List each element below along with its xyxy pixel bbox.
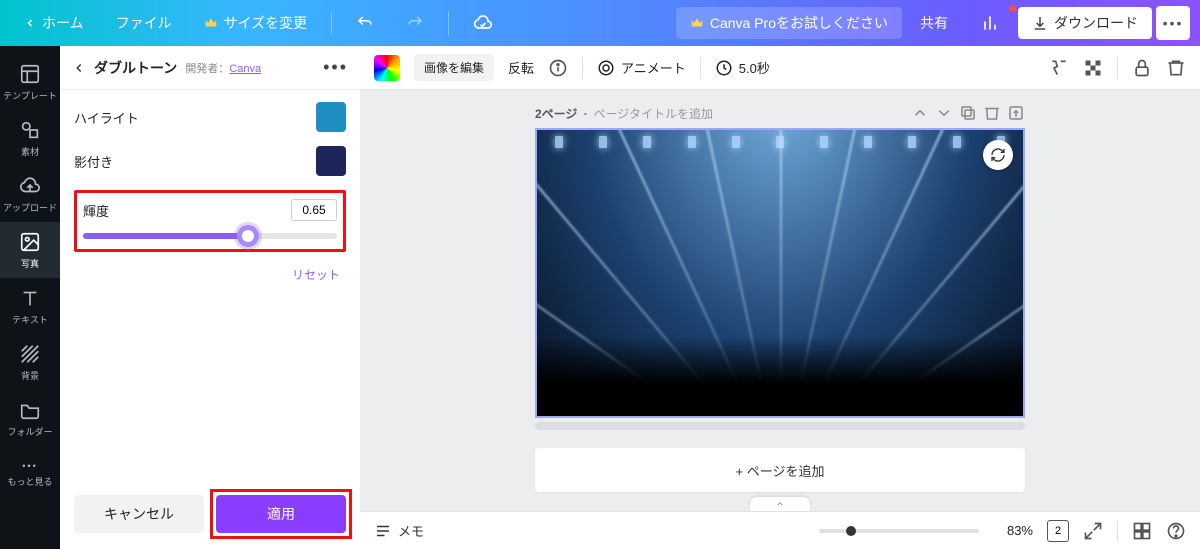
sidebar-item-photos[interactable]: 写真 bbox=[0, 222, 60, 278]
page-header: 2ページ - ページタイトルを追加 bbox=[535, 104, 1025, 122]
crown-icon bbox=[204, 16, 218, 30]
shadow-color-row[interactable]: 影付き bbox=[74, 146, 346, 176]
insights-button[interactable] bbox=[966, 7, 1014, 39]
animate-button[interactable]: アニメート bbox=[597, 58, 686, 77]
page-title-input[interactable]: ページタイトルを追加 bbox=[593, 105, 713, 122]
canvas-area: 画像を編集 反転 アニメート 5.0秒 2ページ - bbox=[360, 46, 1200, 549]
collapse-tab[interactable] bbox=[750, 497, 810, 511]
fullscreen-icon[interactable] bbox=[1083, 521, 1103, 541]
separator bbox=[448, 11, 449, 35]
chevron-up-icon bbox=[773, 499, 787, 509]
chevron-left-icon bbox=[24, 17, 36, 29]
try-pro-button[interactable]: Canva Proをお試しください bbox=[676, 7, 902, 39]
lock-icon[interactable] bbox=[1132, 58, 1152, 78]
page-label: 2ページ bbox=[535, 105, 577, 122]
developer-label: 開発者：Canva bbox=[185, 60, 261, 76]
chevron-up-icon[interactable] bbox=[911, 104, 929, 122]
home-label: ホーム bbox=[42, 13, 84, 33]
redo-icon bbox=[406, 14, 424, 32]
zoom-slider[interactable] bbox=[819, 529, 979, 533]
panel-header: ダブルトーン 開発者：Canva ••• bbox=[60, 46, 360, 90]
sidebar-item-more[interactable]: ••• もっと見る bbox=[0, 446, 60, 502]
brightness-value-input[interactable]: 0.65 bbox=[291, 199, 337, 221]
file-button[interactable]: ファイル bbox=[102, 7, 186, 39]
panel-title: ダブルトーン bbox=[94, 58, 177, 78]
duplicate-icon[interactable] bbox=[959, 104, 977, 122]
left-sidebar: テンプレート 素材 アップロード 写真 テキスト 背景 フォルダー ••• もっ bbox=[0, 46, 60, 549]
animate-icon bbox=[597, 59, 615, 77]
more-menu-button[interactable]: ••• bbox=[1156, 6, 1190, 40]
sidebar-item-templates[interactable]: テンプレート bbox=[0, 54, 60, 110]
grid-view-icon[interactable] bbox=[1132, 521, 1152, 541]
cloud-status[interactable] bbox=[459, 7, 507, 39]
share-button[interactable]: 共有 bbox=[906, 7, 962, 39]
bar-chart-icon bbox=[980, 13, 1000, 33]
bottom-bar: メモ 83% 2 bbox=[360, 511, 1200, 549]
brightness-label: 輝度 bbox=[83, 201, 109, 220]
elements-icon bbox=[19, 119, 41, 141]
sidebar-item-text[interactable]: テキスト bbox=[0, 278, 60, 334]
highlight-color-row[interactable]: ハイライト bbox=[74, 102, 346, 132]
highlight-swatch[interactable] bbox=[316, 102, 346, 132]
separator bbox=[331, 11, 332, 35]
folder-icon bbox=[19, 399, 41, 421]
undo-button[interactable] bbox=[342, 8, 388, 38]
notes-button[interactable]: メモ bbox=[374, 521, 424, 540]
background-icon bbox=[19, 343, 41, 365]
top-bar: ホーム ファイル サイズを変更 Canva Proをお試しください 共有 ダウン… bbox=[0, 0, 1200, 46]
resize-button[interactable]: サイズを変更 bbox=[190, 7, 322, 39]
zoom-percentage[interactable]: 83% bbox=[993, 523, 1033, 538]
export-icon[interactable] bbox=[1007, 104, 1025, 122]
cloud-check-icon bbox=[473, 13, 493, 33]
slider-thumb[interactable] bbox=[237, 225, 259, 247]
transparency-icon[interactable] bbox=[1083, 58, 1103, 78]
brightness-slider[interactable] bbox=[83, 233, 337, 239]
help-icon[interactable] bbox=[1166, 521, 1186, 541]
context-toolbar: 画像を編集 反転 アニメート 5.0秒 bbox=[360, 46, 1200, 90]
crown-icon bbox=[690, 16, 704, 30]
add-page-button[interactable]: + ページを追加 bbox=[535, 448, 1025, 492]
download-button[interactable]: ダウンロード bbox=[1018, 7, 1152, 39]
download-icon bbox=[1032, 15, 1048, 31]
effect-panel: ダブルトーン 開発者：Canva ••• ハイライト 影付き 輝度 0.65 bbox=[60, 46, 360, 549]
undo-icon bbox=[356, 14, 374, 32]
shadow-swatch[interactable] bbox=[316, 146, 346, 176]
info-icon[interactable] bbox=[548, 58, 568, 78]
trash-icon[interactable] bbox=[983, 104, 1001, 122]
more-icon: ••• bbox=[1163, 15, 1184, 31]
trash-icon[interactable] bbox=[1166, 58, 1186, 78]
home-button[interactable]: ホーム bbox=[10, 7, 98, 39]
sidebar-item-uploads[interactable]: アップロード bbox=[0, 166, 60, 222]
text-icon bbox=[19, 287, 41, 309]
upload-icon bbox=[19, 175, 41, 197]
horizontal-scrollbar[interactable] bbox=[535, 422, 1025, 430]
sidebar-item-elements[interactable]: 素材 bbox=[0, 110, 60, 166]
clock-icon bbox=[715, 59, 733, 77]
effects-icon[interactable] bbox=[1049, 58, 1069, 78]
template-icon bbox=[19, 63, 41, 85]
photo-icon bbox=[19, 231, 41, 253]
brightness-slider-group: 輝度 0.65 bbox=[74, 190, 346, 252]
sidebar-item-folders[interactable]: フォルダー bbox=[0, 390, 60, 446]
edit-image-button[interactable]: 画像を編集 bbox=[414, 54, 494, 81]
panel-more-button[interactable]: ••• bbox=[323, 57, 348, 78]
sidebar-item-background[interactable]: 背景 bbox=[0, 334, 60, 390]
canvas-page[interactable] bbox=[535, 128, 1025, 418]
color-picker-button[interactable] bbox=[374, 55, 400, 81]
reset-link[interactable]: リセット bbox=[74, 266, 346, 283]
apply-button[interactable]: 適用 bbox=[216, 495, 346, 533]
flip-button[interactable]: 反転 bbox=[508, 58, 534, 77]
notes-icon bbox=[374, 522, 392, 540]
chevron-left-icon[interactable] bbox=[72, 61, 86, 75]
more-icon: ••• bbox=[22, 461, 37, 471]
redo-button[interactable] bbox=[392, 8, 438, 38]
refresh-icon bbox=[990, 147, 1006, 163]
zoom-thumb[interactable] bbox=[846, 526, 856, 536]
cancel-button[interactable]: キャンセル bbox=[74, 495, 204, 533]
refresh-button[interactable] bbox=[983, 140, 1013, 170]
chevron-down-icon[interactable] bbox=[935, 104, 953, 122]
duration-button[interactable]: 5.0秒 bbox=[715, 58, 770, 77]
developer-link[interactable]: Canva bbox=[229, 63, 261, 75]
page-indicator[interactable]: 2 bbox=[1047, 520, 1069, 542]
